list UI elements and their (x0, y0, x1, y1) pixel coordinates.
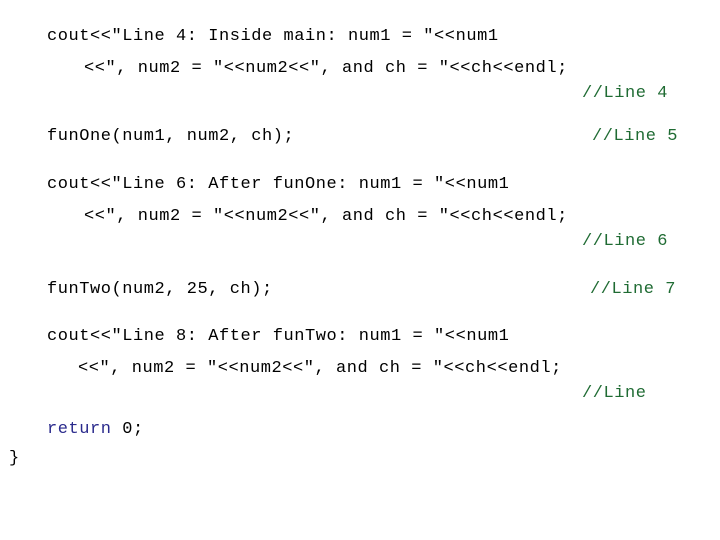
return-value: 0; (111, 420, 144, 439)
code-line-cout-line6: cout<<"Line 6: After funOne: num1 = "<<n… (47, 175, 510, 194)
code-line-cout-line6-continuation: <<", num2 = "<<num2<<", and ch = "<<ch<<… (84, 207, 568, 226)
code-line-cout-line8-continuation: <<", num2 = "<<num2<<", and ch = "<<ch<<… (78, 359, 562, 378)
code-line-cout-line4: cout<<"Line 4: Inside main: num1 = "<<nu… (47, 27, 499, 46)
code-slide: cout<<"Line 4: Inside main: num1 = "<<nu… (0, 0, 720, 540)
code-line-cout-line8: cout<<"Line 8: After funTwo: num1 = "<<n… (47, 327, 510, 346)
code-comment-line-8-truncated: //Line (582, 384, 647, 403)
code-comment-line-7: //Line 7 (590, 280, 677, 299)
code-comment-line-5: //Line 5 (592, 127, 679, 146)
code-line-funtwo-call: funTwo(num2, 25, ch); (47, 280, 273, 299)
code-comment-line-6: //Line 6 (582, 232, 669, 251)
code-comment-line-4: //Line 4 (582, 84, 669, 103)
code-line-closing-brace: } (9, 449, 20, 468)
keyword-return: return (47, 420, 112, 439)
code-line-return: return 0; (47, 420, 144, 440)
code-line-funone-call: funOne(num1, num2, ch); (47, 127, 295, 146)
code-line-cout-line4-continuation: <<", num2 = "<<num2<<", and ch = "<<ch<<… (84, 59, 568, 78)
